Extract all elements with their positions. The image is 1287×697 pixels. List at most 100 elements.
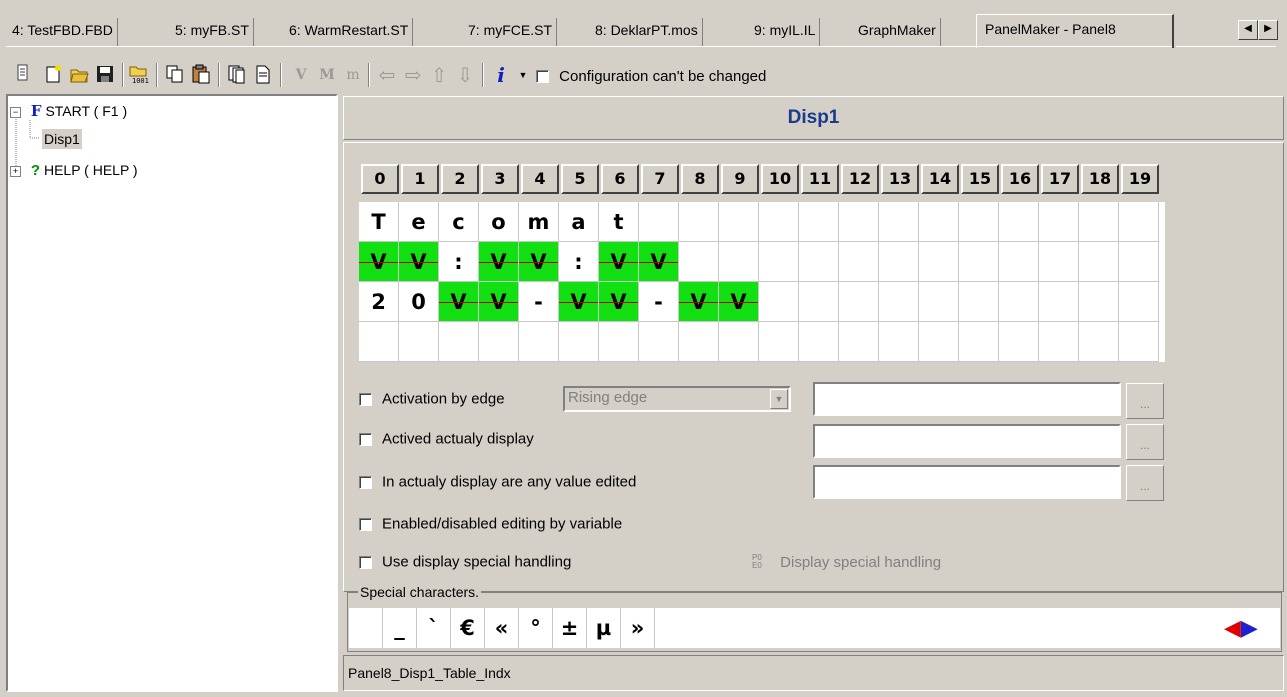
new-file-icon[interactable] xyxy=(42,64,64,86)
display-cell[interactable] xyxy=(679,202,719,242)
edited-checkbox[interactable] xyxy=(359,475,372,489)
display-cell[interactable] xyxy=(1079,242,1119,282)
display-cell[interactable]: T xyxy=(359,202,399,242)
display-cell[interactable] xyxy=(519,322,559,362)
display-cell[interactable] xyxy=(1119,202,1159,242)
display-cell[interactable] xyxy=(879,242,919,282)
display-cell[interactable] xyxy=(879,282,919,322)
activation-option[interactable]: Activation by edge xyxy=(359,390,505,408)
display-cell[interactable] xyxy=(1039,322,1079,362)
special-handling-option[interactable]: Use display special handling xyxy=(359,553,571,571)
expand-icon[interactable]: + xyxy=(10,165,21,177)
variable-cell[interactable]: V xyxy=(599,282,639,322)
tab-scroll-right-button[interactable]: ▶ xyxy=(1258,20,1278,40)
enabled-checkbox[interactable] xyxy=(359,517,372,531)
variable-cell[interactable]: V xyxy=(679,282,719,322)
tree-item-disp1[interactable]: Disp1 xyxy=(42,129,82,149)
copy-icon[interactable] xyxy=(164,64,186,86)
variable-cell[interactable]: V xyxy=(719,282,759,322)
special-char-cell[interactable]: µ xyxy=(587,608,621,648)
display-cell[interactable] xyxy=(919,322,959,362)
display-cell[interactable] xyxy=(919,242,959,282)
display-cell[interactable] xyxy=(839,322,879,362)
variable-v-icon[interactable]: V xyxy=(290,64,312,86)
tab-warmrestart[interactable]: 6: WarmRestart.ST xyxy=(285,18,414,46)
tree-item-help[interactable]: + ? HELP ( HELP ) xyxy=(10,162,138,179)
special-char-cell[interactable]: » xyxy=(621,608,655,648)
display-cell[interactable] xyxy=(839,242,879,282)
display-cell[interactable] xyxy=(1039,202,1079,242)
display-cell[interactable] xyxy=(759,242,799,282)
display-cell[interactable]: o xyxy=(479,202,519,242)
edited-option[interactable]: In actualy display are any value edited xyxy=(359,473,636,491)
display-cell[interactable] xyxy=(679,322,719,362)
save-icon[interactable] xyxy=(94,64,116,86)
properties-icon[interactable] xyxy=(12,64,34,86)
display-cell[interactable] xyxy=(1079,282,1119,322)
special-char-cell[interactable]: ° xyxy=(519,608,553,648)
tree-item-start[interactable]: − F START ( F1 ) xyxy=(10,102,127,120)
display-cell[interactable] xyxy=(759,282,799,322)
display-cell[interactable] xyxy=(719,322,759,362)
activation-variable-field[interactable] xyxy=(813,382,1121,416)
tab-myfce[interactable]: 7: myFCE.ST xyxy=(464,18,558,46)
display-cell[interactable] xyxy=(799,282,839,322)
special-char-cell[interactable]: _ xyxy=(383,608,417,648)
paste-icon[interactable] xyxy=(190,64,212,86)
display-cell[interactable] xyxy=(759,202,799,242)
tab-myil[interactable]: 9: myIL.IL xyxy=(750,18,821,46)
display-cell[interactable] xyxy=(359,322,399,362)
special-char-cell[interactable]: « xyxy=(485,608,519,648)
special-char-cell[interactable] xyxy=(349,608,383,648)
actived-option[interactable]: Actived actualy display xyxy=(359,430,534,448)
display-cell[interactable]: - xyxy=(639,282,679,322)
display-cell[interactable] xyxy=(719,202,759,242)
display-cell[interactable] xyxy=(959,282,999,322)
display-cell[interactable] xyxy=(559,322,599,362)
display-cell[interactable] xyxy=(919,282,959,322)
display-cell[interactable] xyxy=(1079,202,1119,242)
tab-testfbd[interactable]: 4: TestFBD.FBD xyxy=(8,18,118,46)
display-cell[interactable] xyxy=(1119,322,1159,362)
variable-m-icon[interactable]: M xyxy=(316,64,338,86)
config-checkbox-row[interactable]: Configuration can't be changed xyxy=(536,67,766,85)
display-cell[interactable] xyxy=(679,242,719,282)
display-cell[interactable] xyxy=(959,202,999,242)
display-cell[interactable] xyxy=(959,242,999,282)
display-cell[interactable]: 0 xyxy=(399,282,439,322)
display-cell[interactable] xyxy=(999,322,1039,362)
display-cell[interactable] xyxy=(919,202,959,242)
actived-checkbox[interactable] xyxy=(359,432,372,446)
variable-cell[interactable]: V xyxy=(439,282,479,322)
display-cell[interactable] xyxy=(799,322,839,362)
activation-browse-button[interactable]: ... xyxy=(1126,383,1164,419)
display-cell[interactable]: : xyxy=(439,242,479,282)
display-cell[interactable]: m xyxy=(519,202,559,242)
display-cell[interactable] xyxy=(479,322,519,362)
variable-cell[interactable]: V xyxy=(479,282,519,322)
display-special-handling-button[interactable]: P0 E0 Display special handling xyxy=(752,553,941,571)
edited-browse-button[interactable]: ... xyxy=(1126,465,1164,501)
display-cell[interactable] xyxy=(1119,242,1159,282)
tab-scroll-left-button[interactable]: ◀ xyxy=(1238,20,1258,40)
display-cell[interactable] xyxy=(639,202,679,242)
info-icon[interactable]: i xyxy=(490,64,512,86)
compile-icon[interactable]: 1001 xyxy=(128,64,150,86)
next-arrow-icon[interactable]: ▶ xyxy=(1241,615,1258,640)
display-cell[interactable]: a xyxy=(559,202,599,242)
special-char-cell[interactable]: € xyxy=(451,608,485,648)
display-cell[interactable] xyxy=(839,282,879,322)
arrow-right-icon[interactable]: ⇨ xyxy=(402,64,424,86)
display-cell[interactable] xyxy=(999,202,1039,242)
display-cell[interactable] xyxy=(839,202,879,242)
display-cell[interactable]: 2 xyxy=(359,282,399,322)
actived-variable-field[interactable] xyxy=(813,424,1121,458)
display-cell[interactable] xyxy=(799,202,839,242)
arrow-left-icon[interactable]: ⇦ xyxy=(376,64,398,86)
display-cell[interactable] xyxy=(799,242,839,282)
display-cell[interactable] xyxy=(879,322,919,362)
page-icon[interactable] xyxy=(252,64,274,86)
chevron-down-icon[interactable]: ▼ xyxy=(770,389,788,409)
edge-select[interactable]: Rising edge ▼ xyxy=(563,386,791,412)
special-char-cell[interactable]: ` xyxy=(417,608,451,648)
